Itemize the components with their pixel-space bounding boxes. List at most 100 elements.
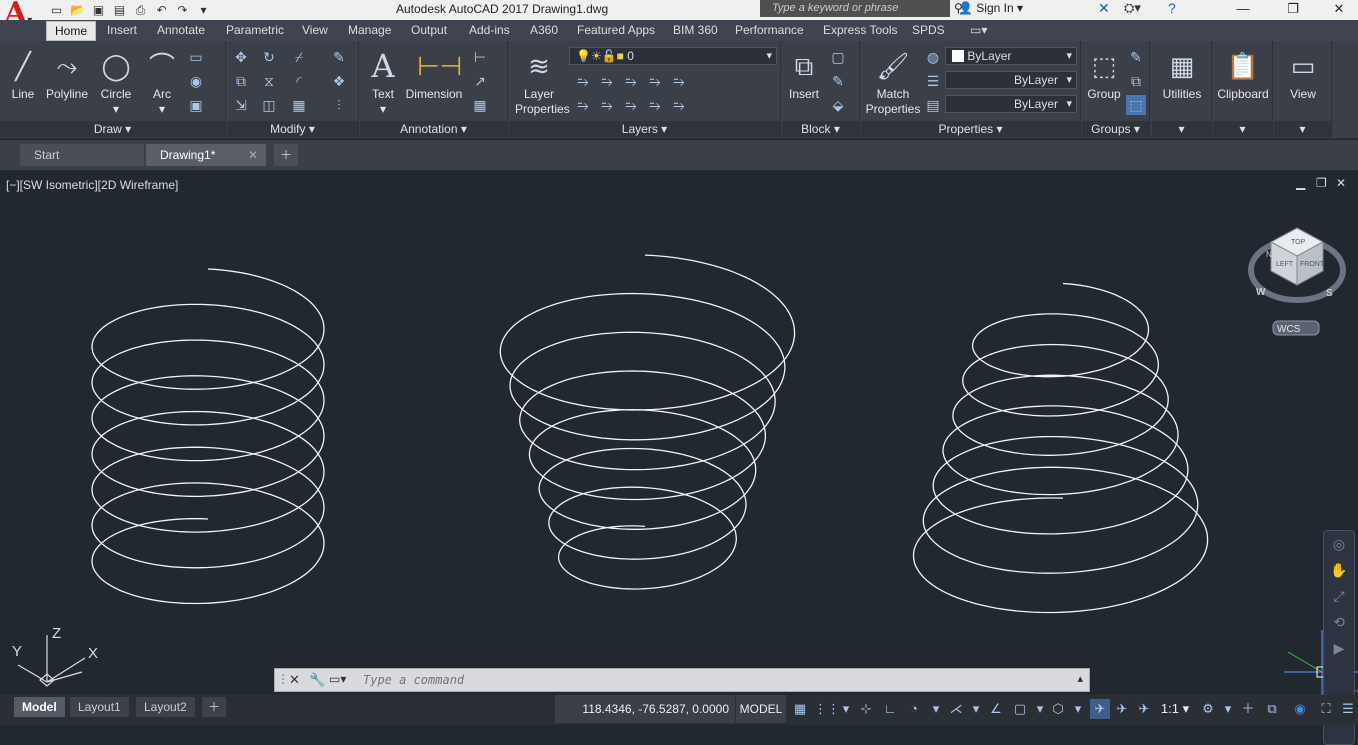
- tab-annotate[interactable]: Annotate: [149, 21, 213, 41]
- annotation-scale-icon[interactable]: ✈: [1134, 699, 1154, 719]
- linetype-icon[interactable]: ☰: [923, 71, 943, 91]
- dynamic-input-icon[interactable]: ⊹: [856, 699, 876, 719]
- linear-dimension-icon[interactable]: ⊢: [470, 47, 490, 67]
- search-input[interactable]: Type a keyword or phrase: [760, 0, 950, 17]
- showmotion-icon[interactable]: ▶: [1324, 635, 1354, 661]
- stretch-icon[interactable]: ⇲: [231, 95, 251, 115]
- tab-a360[interactable]: A360: [522, 21, 566, 41]
- add-layout-button[interactable]: ＋: [202, 697, 227, 717]
- tab-layout2[interactable]: Layout2: [136, 697, 195, 717]
- layer-properties-button[interactable]: ≋ Layer Properties: [515, 49, 570, 117]
- command-prompt-icon[interactable]: ▭▾: [329, 672, 346, 686]
- match-properties-button[interactable]: 🖌 Match Properties: [865, 49, 921, 117]
- auto-scale-icon[interactable]: ✈: [1112, 699, 1132, 719]
- object-snap-icon[interactable]: ▢: [1010, 699, 1030, 719]
- polar-dropdown-icon[interactable]: ▾: [926, 699, 946, 719]
- coordinates-display[interactable]: 118.4346, -76.5287, 0.0000: [555, 695, 735, 723]
- viewcube[interactable]: TOP LEFT FRONT W S N: [1248, 227, 1346, 303]
- tab-view[interactable]: View: [294, 21, 336, 41]
- layer-dropdown[interactable]: 💡☀🔓■ 0: [569, 47, 777, 65]
- utilities-expand-icon[interactable]: ▾: [1152, 121, 1211, 137]
- view-expand-icon[interactable]: ▾: [1274, 121, 1331, 137]
- print-icon[interactable]: ⎙: [132, 3, 149, 18]
- command-history-icon[interactable]: ▴: [1077, 672, 1083, 685]
- tab-layout1[interactable]: Layout1: [70, 697, 129, 717]
- dimension-button[interactable]: ⊢⊣ Dimension: [404, 49, 464, 102]
- open-file-icon[interactable]: 📂: [69, 3, 86, 18]
- trim-icon[interactable]: ⌿: [289, 47, 309, 67]
- tab-spds[interactable]: SPDS: [904, 21, 953, 41]
- hatch-icon[interactable]: ◉: [186, 71, 206, 91]
- help-icon[interactable]: ?: [1168, 0, 1176, 16]
- restore-window-button[interactable]: ❐: [1270, 0, 1316, 20]
- workspace-dropdown-icon[interactable]: ▾: [1218, 699, 1238, 719]
- tab-parametric[interactable]: Parametric: [218, 21, 292, 41]
- group-edit-icon[interactable]: ⧉: [1126, 71, 1146, 91]
- layer-tool-icon[interactable]: ⥲: [669, 71, 689, 91]
- offset-icon[interactable]: ⫶: [329, 95, 349, 115]
- annotation-monitor-icon[interactable]: ＋: [1238, 699, 1258, 719]
- model-space-toggle[interactable]: MODEL: [736, 695, 786, 723]
- attribute-icon[interactable]: ⬙: [828, 95, 848, 115]
- tab-home[interactable]: Home: [46, 21, 97, 41]
- exchange-icon[interactable]: ✕: [1098, 0, 1110, 17]
- hardware-acceleration-icon[interactable]: ◉: [1290, 699, 1310, 719]
- 3d-osnap-icon[interactable]: ⬡: [1048, 699, 1068, 719]
- layers-panel-label[interactable]: Layers ▾: [509, 121, 780, 137]
- clean-screen-icon[interactable]: ⛶: [1316, 699, 1336, 719]
- polar-tracking-icon[interactable]: ◔: [904, 699, 924, 719]
- isodraft-icon[interactable]: ⋌: [946, 699, 966, 719]
- move-icon[interactable]: ✥: [231, 47, 251, 67]
- command-grip-icon[interactable]: ⋮: [277, 672, 289, 686]
- fillet-icon[interactable]: ◜: [289, 71, 309, 91]
- autodesk-app-icon[interactable]: ⛭▾: [1124, 0, 1141, 16]
- insert-button[interactable]: ⧉ Insert: [784, 49, 824, 102]
- close-tab-icon[interactable]: ✕: [248, 144, 258, 166]
- 3d-osnap-dropdown-icon[interactable]: ▾: [1068, 699, 1088, 719]
- scale-icon[interactable]: ◫: [259, 95, 279, 115]
- table-icon[interactable]: ▦: [470, 95, 490, 115]
- layer-tool-icon[interactable]: ⥲: [669, 95, 689, 115]
- layer-tool-icon[interactable]: ⥲: [645, 95, 665, 115]
- rotate-icon[interactable]: ↻: [259, 47, 279, 67]
- sign-in-button[interactable]: 👤 Sign In ▾: [958, 1, 1023, 15]
- command-input[interactable]: [363, 671, 1063, 689]
- layer-tool-icon[interactable]: ⥲: [573, 71, 593, 91]
- object-snap-tracking-icon[interactable]: ∠: [986, 699, 1006, 719]
- snap-icon[interactable]: ⋮⋮: [814, 699, 840, 719]
- tab-manage[interactable]: Manage: [340, 21, 399, 41]
- minimize-window-button[interactable]: —: [1220, 0, 1266, 20]
- tab-featured-apps[interactable]: Featured Apps: [569, 21, 663, 41]
- edit-block-icon[interactable]: ✎: [828, 71, 848, 91]
- line-button[interactable]: ╱ Line: [4, 49, 42, 102]
- layer-tool-icon[interactable]: ⥲: [621, 71, 641, 91]
- customize-dropdown-icon[interactable]: ▾: [195, 3, 212, 18]
- region-icon[interactable]: ▣: [186, 95, 206, 115]
- orbit-icon[interactable]: ⟲: [1324, 609, 1354, 635]
- workspace-gear-icon[interactable]: ⚙: [1198, 699, 1218, 719]
- layer-tool-icon[interactable]: ⥲: [573, 95, 593, 115]
- tab-drawing1[interactable]: Drawing1* ✕: [146, 144, 266, 166]
- ungroup-icon[interactable]: ✎: [1126, 47, 1146, 67]
- draw-panel-label[interactable]: Draw ▾: [0, 121, 225, 137]
- linetype-dropdown[interactable]: ByLayer: [945, 71, 1077, 89]
- color-wheel-icon[interactable]: ◍: [923, 47, 943, 67]
- clipboard-expand-icon[interactable]: ▾: [1213, 121, 1272, 137]
- new-tab-button[interactable]: ＋: [274, 144, 298, 166]
- tab-add-ins[interactable]: Add-ins: [461, 21, 518, 41]
- snap-dropdown-icon[interactable]: ▾: [836, 699, 856, 719]
- tab-model[interactable]: Model: [14, 697, 65, 717]
- scale-dropdown[interactable]: 1:1 ▾: [1160, 699, 1190, 719]
- ribbon-options-icon[interactable]: ▭▾: [962, 21, 995, 41]
- arc-button[interactable]: ⌒ Arc ▾: [142, 49, 182, 117]
- close-window-button[interactable]: ✕: [1316, 0, 1358, 20]
- customization-menu-icon[interactable]: ☰: [1338, 699, 1358, 719]
- layer-tool-icon[interactable]: ⥲: [621, 95, 641, 115]
- circle-button[interactable]: ◯ Circle ▾: [96, 49, 136, 117]
- pan-icon[interactable]: ✋: [1324, 557, 1354, 583]
- save-icon[interactable]: ▣: [90, 3, 107, 18]
- explode-icon[interactable]: ❖: [329, 71, 349, 91]
- array-icon[interactable]: ▦: [289, 95, 309, 115]
- annotation-visibility-icon[interactable]: ✈: [1090, 699, 1110, 719]
- layer-tool-icon[interactable]: ⥲: [597, 71, 617, 91]
